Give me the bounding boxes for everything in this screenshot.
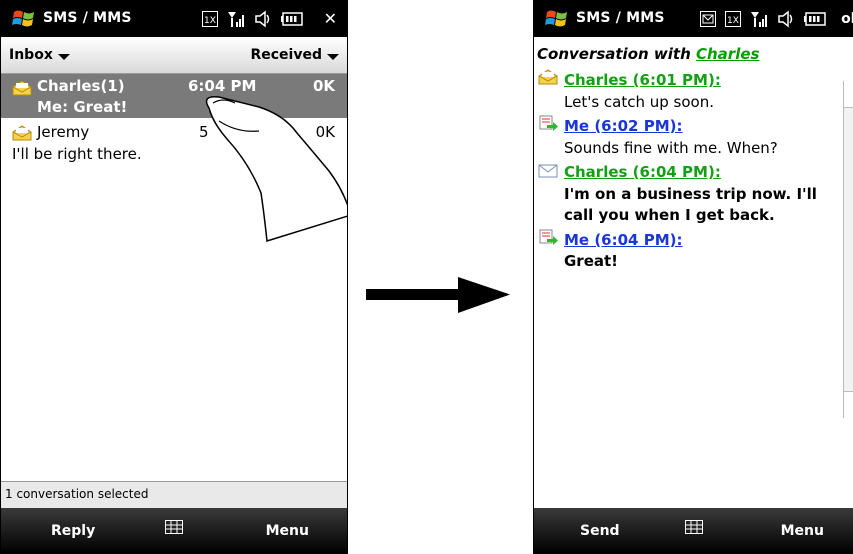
message-sender-time[interactable]: Charles (6:04 PM): (564, 163, 721, 181)
menu-bar: Send Menu (534, 508, 853, 553)
envelope-open-icon (12, 125, 32, 141)
signal-strength-icon (751, 12, 767, 27)
message-text: Sounds fine with me. When? (564, 139, 778, 157)
send-softkey[interactable]: Send (580, 523, 620, 539)
keyboard-icon[interactable] (685, 520, 703, 534)
chevron-down-icon (57, 54, 70, 60)
folder-dropdown[interactable]: Inbox (9, 47, 70, 63)
svg-text:1X: 1X (727, 16, 739, 26)
conversation-prefix: Conversation with (537, 45, 691, 63)
speaker-volume-icon (778, 10, 793, 28)
conversation-header: Conversation with Charles (537, 45, 759, 63)
transition-arrow-icon (366, 277, 510, 313)
sort-dropdown-label: Received (250, 47, 322, 63)
menu-softkey[interactable]: Menu (266, 523, 309, 539)
message-size: 0K (312, 77, 335, 95)
1x-data-icon: 1X (725, 11, 741, 27)
message-text: Great! (564, 252, 619, 270)
ok-button[interactable]: ok (841, 11, 853, 27)
conversation-screen: SMS / MMS 1X ok Conversation with Charle… (533, 0, 853, 554)
scrollbar[interactable] (843, 81, 853, 418)
message-size: 0K (315, 123, 335, 141)
contact-link[interactable]: Charles (696, 45, 759, 63)
windows-start-icon[interactable] (544, 7, 570, 31)
message-row-jeremy[interactable]: Jeremy 5 0K I'll be right there. (1, 121, 347, 165)
message-time: 5 (199, 123, 209, 141)
app-title: SMS / MMS (576, 10, 665, 26)
folder-dropdown-label: Inbox (9, 47, 53, 63)
menu-softkey[interactable]: Menu (781, 523, 824, 539)
message-preview: I'll be right there. (12, 145, 142, 163)
keyboard-icon[interactable] (165, 520, 183, 534)
message-sender-time[interactable]: Me (6:02 PM): (564, 117, 682, 135)
inbox-screen: SMS / MMS 1X ✕ Inbox Received Charles(1)… (0, 0, 348, 554)
message-text: I'm on a business trip now. I'll (564, 185, 817, 203)
svg-text:1X: 1X (204, 16, 216, 26)
message-time: 6:04 PM (188, 77, 257, 95)
scroll-down-button[interactable] (844, 391, 853, 418)
windows-start-icon[interactable] (11, 7, 37, 31)
chevron-down-icon (327, 54, 339, 60)
envelope-closed-icon (538, 164, 558, 178)
envelope-open-icon (12, 80, 32, 96)
message-text: call you when I get back. (564, 206, 775, 224)
reply-softkey[interactable]: Reply (51, 523, 95, 539)
battery-icon (281, 12, 303, 26)
selection-status: 1 conversation selected (1, 481, 347, 508)
message-text: Let's catch up soon. (564, 93, 714, 111)
speaker-volume-icon (255, 10, 270, 28)
envelope-open-icon (538, 69, 558, 85)
battery-icon (804, 12, 826, 26)
message-preview: Me: Great! (37, 98, 128, 116)
app-title: SMS / MMS (43, 10, 132, 26)
signal-strength-icon (228, 12, 244, 27)
sent-message-icon (539, 229, 558, 245)
sender-name: Charles(1) (37, 77, 125, 95)
message-sender-time[interactable]: Me (6:04 PM): (564, 231, 682, 249)
sort-dropdown[interactable]: Received (250, 47, 339, 63)
1x-data-icon: 1X (202, 11, 218, 27)
filter-bar: Inbox Received (1, 37, 347, 74)
message-sender-time[interactable]: Charles (6:01 PM): (564, 71, 721, 89)
scroll-up-button[interactable] (844, 81, 853, 108)
sender-name: Jeremy (37, 123, 90, 141)
selection-status-text: 1 conversation selected (5, 487, 149, 501)
status-icons: 1X (202, 10, 303, 28)
close-button[interactable]: ✕ (324, 9, 337, 28)
title-bar: SMS / MMS 1X ok (534, 1, 853, 37)
conversation-thread: Conversation with Charles Charles (6:01 … (534, 37, 853, 508)
status-icons: 1X (700, 10, 826, 28)
message-row-charles[interactable]: Charles(1) 6:04 PM 0K Me: Great! (1, 74, 347, 118)
sent-message-icon (539, 115, 558, 131)
menu-bar: Reply Menu (1, 508, 347, 553)
new-message-notification-icon (700, 11, 716, 27)
title-bar: SMS / MMS 1X ✕ (1, 1, 347, 37)
